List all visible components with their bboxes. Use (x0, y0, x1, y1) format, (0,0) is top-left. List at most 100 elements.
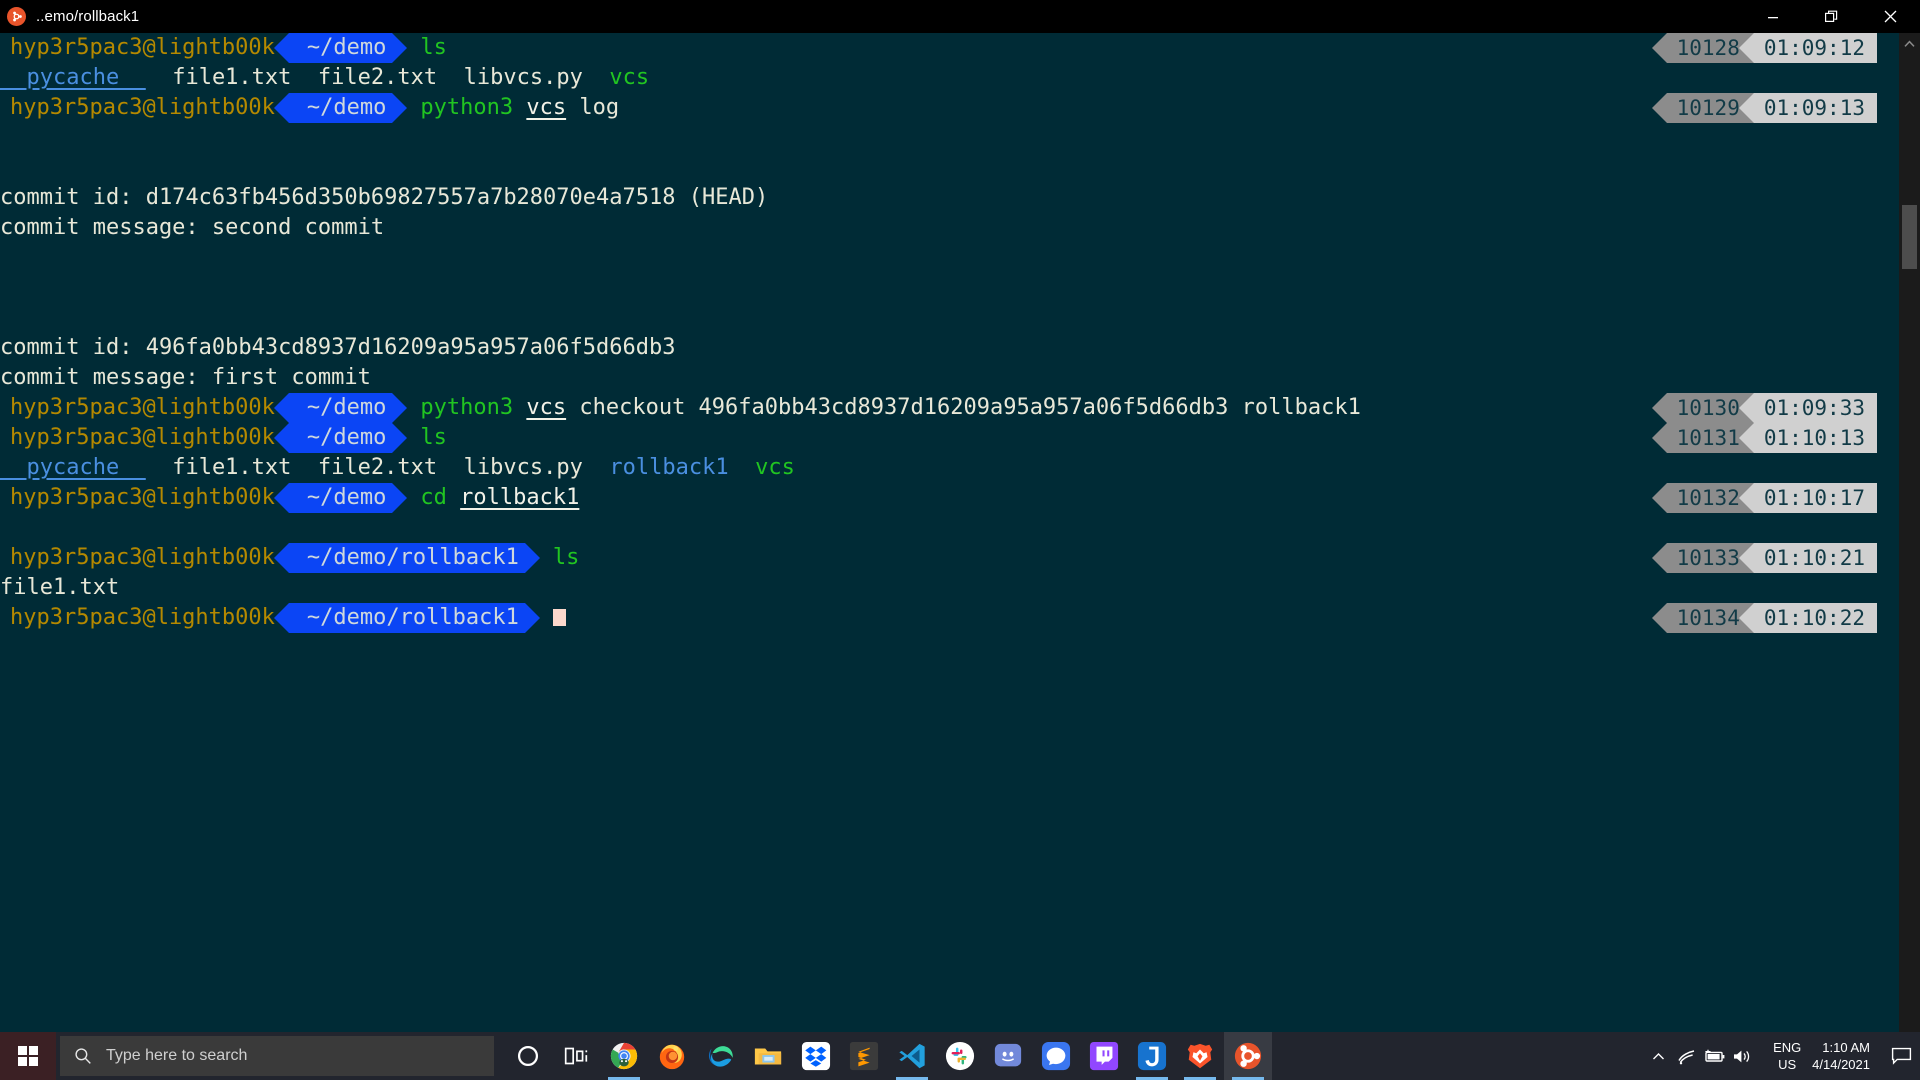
output-token: file2.txt (317, 65, 438, 90)
command-status-badge: 10130 01:09:33 (1651, 393, 1877, 423)
terminal-output-line: commit message: second commit (0, 213, 1899, 243)
command-token: vcs (526, 95, 567, 120)
task-view-icon (561, 1041, 591, 1071)
clock[interactable]: 1:10 AM 4/14/2021 (1812, 1039, 1870, 1073)
output-token: __pycache__ (0, 65, 146, 90)
output-token: vcs (755, 455, 795, 480)
prompt-user-host: hyp3r5pac3@lightb00k (10, 395, 275, 420)
taskbar-app-signal[interactable] (1032, 1032, 1080, 1080)
system-tray: ENG US 1:10 AM 4/14/2021 (1644, 1032, 1920, 1080)
taskbar-app-task-view[interactable] (552, 1032, 600, 1080)
taskbar-app-sublime-text[interactable] (840, 1032, 888, 1080)
taskbar-app-file-explorer[interactable] (744, 1032, 792, 1080)
command-token (513, 395, 526, 420)
wifi-icon[interactable] (1672, 1048, 1700, 1065)
language-indicator[interactable]: ENG US (1770, 1039, 1804, 1073)
taskbar-app-discord[interactable] (984, 1032, 1032, 1080)
prompt-path-badge: ~/demo/rollback1 (273, 543, 540, 573)
taskbar-app-edge[interactable] (696, 1032, 744, 1080)
terminal-output-area[interactable]: hyp3r5pac3@lightb00k ~/demo ls 10128 01:09:1… (0, 33, 1899, 1080)
slack-icon (945, 1041, 975, 1071)
minimize-button[interactable] (1743, 0, 1802, 33)
taskbar-app-ubuntu-terminal[interactable] (1224, 1032, 1272, 1080)
command-token: checkout 496fa0bb43cd8937d16209a95a957a0… (566, 395, 1361, 420)
command-timestamp: 01:09:12 (1738, 33, 1877, 63)
taskbar-app-twitch[interactable] (1080, 1032, 1128, 1080)
terminal-prompt-line: hyp3r5pac3@lightb00k ~/demo cd rollback1 10… (0, 483, 1899, 513)
output-token: commit id: d174c63fb456d350b69827557a7b2… (0, 185, 769, 210)
command-status-badge: 10129 01:09:13 (1651, 93, 1877, 123)
command-status-badge: 10134 01:10:22 (1651, 603, 1877, 633)
output-token (729, 455, 756, 480)
command-token: ls (552, 545, 580, 570)
command-token: log (566, 95, 620, 120)
command-timestamp: 01:10:17 (1738, 483, 1877, 513)
output-token: rollback1 (609, 455, 729, 480)
output-token (146, 455, 173, 480)
taskbar-pinned-apps (504, 1032, 1272, 1080)
command-token: rollback1 (460, 485, 580, 510)
scroll-thumb[interactable] (1902, 205, 1917, 269)
terminal-lines: hyp3r5pac3@lightb00k ~/demo ls 10128 01:09:1… (0, 33, 1899, 633)
command-timestamp: 01:10:13 (1738, 423, 1877, 453)
taskbar-app-chrome[interactable] (600, 1032, 648, 1080)
output-token: file1.txt (172, 455, 292, 480)
prompt-user-host: hyp3r5pac3@lightb00k (10, 35, 275, 60)
prompt-command: ls (553, 545, 580, 570)
output-token: vcs (609, 65, 650, 90)
terminal-scrollbar[interactable] (1899, 33, 1920, 1080)
output-token (437, 455, 464, 480)
window-title: ..emo/rollback1 (36, 8, 140, 25)
language-line-2: US (1778, 1057, 1797, 1072)
twitch-icon (1089, 1041, 1119, 1071)
command-token: vcs (526, 395, 567, 420)
chevron-up-icon[interactable] (1899, 33, 1920, 54)
output-token: commit message: first commit (0, 365, 371, 390)
prompt-command: ls (420, 425, 447, 450)
maximize-restore-button[interactable] (1802, 0, 1861, 33)
output-token (583, 65, 610, 90)
brave-icon (1185, 1041, 1215, 1071)
close-button[interactable] (1861, 0, 1920, 33)
taskbar-app-jdownloader[interactable] (1128, 1032, 1176, 1080)
prompt-command: python3 vcs log (420, 95, 619, 120)
notification-icon[interactable] (1882, 1047, 1920, 1065)
taskbar-app-brave[interactable] (1176, 1032, 1224, 1080)
clock-date: 4/14/2021 (1812, 1057, 1870, 1072)
command-timestamp: 01:09:13 (1738, 93, 1877, 123)
prompt-user-host: hyp3r5pac3@lightb00k (10, 485, 275, 510)
command-token (447, 485, 460, 510)
chevron-up-icon[interactable] (1644, 1052, 1672, 1061)
taskbar-app-slack[interactable] (936, 1032, 984, 1080)
taskbar-app-dropbox[interactable] (792, 1032, 840, 1080)
taskbar-app-cortana[interactable] (504, 1032, 552, 1080)
search-input[interactable]: Type here to search (60, 1036, 494, 1076)
output-token: file1.txt (172, 65, 292, 90)
output-token: libvcs.py (463, 65, 583, 90)
terminal-prompt-line: hyp3r5pac3@lightb00k ~/demo/rollback1 ls 10… (0, 543, 1899, 573)
prompt-path-badge: ~/demo (273, 33, 408, 63)
command-token: python3 (420, 95, 514, 120)
start-button[interactable] (0, 1032, 56, 1080)
terminal-window: ..emo/rollback1 hyp3r5pac3@lightb00k ~/de… (0, 0, 1920, 1080)
prompt-path-badge: ~/demo (273, 483, 408, 513)
command-token: cd (420, 485, 447, 510)
command-status-badge: 10128 01:09:12 (1651, 33, 1877, 63)
search-placeholder: Type here to search (106, 1047, 248, 1064)
output-token (583, 455, 610, 480)
windows-logo-icon (18, 1046, 38, 1066)
command-status-badge: 10132 01:10:17 (1651, 483, 1877, 513)
taskbar-app-vs-code[interactable] (888, 1032, 936, 1080)
prompt-path-badge: ~/demo (273, 393, 408, 423)
output-token: commit id: 496fa0bb43cd8937d16209a95a957… (0, 335, 676, 360)
search-icon (60, 1047, 106, 1065)
battery-charging-icon[interactable] (1700, 1049, 1728, 1064)
volume-icon[interactable] (1728, 1048, 1756, 1065)
taskbar-app-firefox[interactable] (648, 1032, 696, 1080)
chrome-icon (609, 1041, 639, 1071)
prompt-command: ls (420, 35, 447, 60)
